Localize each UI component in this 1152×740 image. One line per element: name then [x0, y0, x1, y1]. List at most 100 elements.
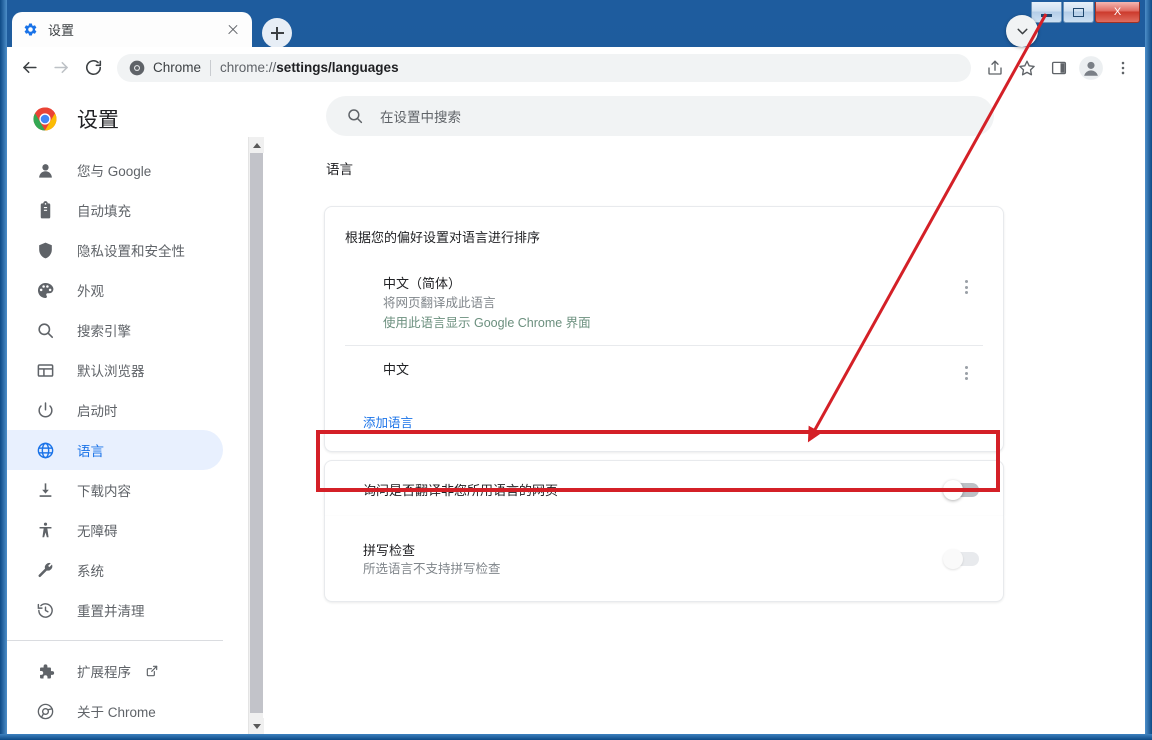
language-row-menu-button[interactable] — [953, 360, 979, 386]
close-window-icon: X — [1113, 6, 1122, 18]
sidebar-item-label: 搜索引擎 — [77, 324, 131, 339]
dot — [964, 291, 968, 294]
omnibox-url-path: settings/languages — [276, 60, 399, 75]
scroll-up-button[interactable] — [249, 137, 264, 153]
sidebar-item-languages[interactable]: 语言 — [7, 430, 223, 470]
sidebar-item-label: 您与 Google — [77, 164, 152, 179]
sidebar-item-extensions[interactable]: 扩展程序 — [7, 651, 223, 691]
language-card-heading: 根据您的偏好设置对语言进行排序 — [345, 230, 541, 245]
back-button[interactable] — [13, 52, 45, 84]
sidebar-item-system[interactable]: 系统 — [7, 550, 223, 590]
add-language-link[interactable]: 添加语言 — [325, 398, 1003, 435]
language-row: 中文（简体） 将网页翻译成此语言 使用此语言显示 Google Chrome 界… — [345, 260, 983, 346]
language-card: 根据您的偏好设置对语言进行排序 中文（简体） 将网页翻译成此语言 使用此语言显示… — [324, 206, 1004, 452]
sidebar-item-autofill[interactable]: 自动填充 — [7, 190, 223, 230]
omnibox-url-prefix: chrome:// — [220, 60, 277, 75]
share-button[interactable] — [979, 52, 1011, 84]
spellcheck-card: 拼写检查 所选语言不支持拼写检查 — [324, 516, 1004, 602]
browser-icon — [35, 360, 55, 380]
forward-button[interactable] — [45, 52, 77, 84]
sidebar-item-label: 隐私设置和安全性 — [77, 244, 185, 259]
chrome-logo-icon — [33, 107, 57, 131]
dot — [964, 285, 968, 289]
translate-setting-row[interactable]: 询问是否翻译非您所用语言的网页 — [325, 461, 1003, 519]
settings-main: 在设置中搜索 语言 根据您的偏好设置对语言进行排序 中文（简体） 将网页翻译成此… — [264, 88, 1145, 734]
settings-sidebar: 设置 您与 Google 自动填充 隐私设置和安全性 外观 搜索引擎 默认浏览器… — [7, 88, 247, 734]
search-placeholder: 在设置中搜索 — [380, 110, 461, 125]
scrollbar-thumb[interactable] — [250, 153, 263, 713]
new-tab-button[interactable] — [262, 18, 292, 48]
omnibox-site-label: Chrome — [153, 60, 202, 75]
language-row-texts: 中文 — [345, 360, 409, 379]
toggle-knob — [943, 480, 963, 500]
triangle-down-icon — [252, 723, 261, 729]
sidebar-item-you-and-google[interactable]: 您与 Google — [7, 150, 223, 190]
chrome-menu-button[interactable] — [1107, 52, 1139, 84]
language-sub: 将网页翻译成此语言 — [383, 296, 496, 310]
sidebar-item-reset-cleanup[interactable]: 重置并清理 — [7, 590, 223, 630]
sidebar-item-search-engine[interactable]: 搜索引擎 — [7, 310, 223, 350]
close-window-button[interactable]: X — [1095, 2, 1140, 23]
omnibox-separator — [210, 59, 212, 76]
spellcheck-toggle[interactable] — [943, 549, 979, 569]
chrome-icon — [129, 60, 145, 76]
settings-brand: 设置 — [7, 88, 247, 150]
address-bar[interactable]: Chrome chrome://settings/languages — [117, 53, 971, 82]
sidebar-item-privacy-security[interactable]: 隐私设置和安全性 — [7, 230, 223, 270]
sidebar-item-label: 启动时 — [77, 404, 118, 419]
sidebar-item-accessibility[interactable]: 无障碍 — [7, 510, 223, 550]
sidebar-item-label: 关于 Chrome — [77, 705, 156, 720]
sidebar-item-label: 语言 — [77, 444, 104, 459]
dot — [964, 371, 968, 375]
window-frame-bottom — [0, 734, 1152, 740]
chrome-icon — [35, 701, 55, 721]
three-dots-icon — [1121, 61, 1125, 74]
search-icon — [346, 107, 364, 125]
sidebar-item-appearance[interactable]: 外观 — [7, 270, 223, 310]
shield-icon — [35, 240, 55, 260]
scroll-down-button[interactable] — [249, 718, 264, 734]
spellcheck-setting-row[interactable]: 拼写检查 所选语言不支持拼写检查 — [325, 516, 1003, 602]
spellcheck-title: 拼写检查 — [363, 542, 416, 558]
sidebar-item-label: 系统 — [77, 564, 104, 579]
clipboard-icon — [35, 200, 55, 220]
minimize-icon — [1041, 13, 1052, 17]
side-panel-icon — [1051, 61, 1067, 74]
sidebar-item-about-chrome[interactable]: 关于 Chrome — [7, 691, 223, 731]
sidebar-scrollbar[interactable] — [248, 137, 264, 734]
language-ui-link[interactable]: 使用此语言显示 Google Chrome 界面 — [383, 313, 591, 333]
tab-settings[interactable]: 设置 — [12, 12, 252, 47]
sidebar-item-on-startup[interactable]: 启动时 — [7, 390, 223, 430]
sidebar-item-downloads[interactable]: 下载内容 — [7, 470, 223, 510]
globe-icon — [35, 440, 55, 460]
window-caption-buttons: X — [1030, 2, 1140, 24]
browser-toolbar: Chrome chrome://settings/languages — [7, 47, 1145, 88]
search-input[interactable]: 在设置中搜索 — [326, 96, 994, 136]
maximize-button[interactable] — [1063, 2, 1094, 23]
language-row-menu-button[interactable] — [953, 274, 979, 300]
person-icon — [35, 160, 55, 180]
sidebar-item-label: 外观 — [77, 284, 104, 299]
arrow-left-icon — [22, 61, 37, 74]
sidebar-item-default-browser[interactable]: 默认浏览器 — [7, 350, 223, 390]
minimize-button[interactable] — [1031, 2, 1062, 23]
sidebar-divider — [7, 640, 223, 641]
translate-toggle[interactable] — [943, 480, 979, 500]
bookmark-button[interactable] — [1011, 52, 1043, 84]
chevron-down-button[interactable] — [1006, 15, 1038, 47]
omnibox-url: chrome://settings/languages — [220, 60, 399, 75]
tab-strip: 设置 X — [0, 0, 1152, 48]
profile-button[interactable] — [1075, 52, 1107, 84]
close-icon[interactable] — [224, 21, 242, 39]
spellcheck-setting-texts: 拼写检查 所选语言不支持拼写检查 — [363, 541, 501, 578]
settings-page: 设置 您与 Google 自动填充 隐私设置和安全性 外观 搜索引擎 默认浏览器… — [7, 88, 1145, 734]
side-panel-button[interactable] — [1043, 52, 1075, 84]
language-name: 中文（简体） — [383, 276, 462, 291]
section-title: 语言 — [326, 162, 353, 177]
puzzle-icon — [35, 661, 55, 681]
language-row-texts: 中文（简体） 将网页翻译成此语言 使用此语言显示 Google Chrome 界… — [345, 274, 591, 333]
maximize-icon — [1073, 7, 1084, 17]
reload-button[interactable] — [77, 52, 109, 84]
palette-icon — [35, 280, 55, 300]
language-list: 中文（简体） 将网页翻译成此语言 使用此语言显示 Google Chrome 界… — [345, 260, 983, 398]
